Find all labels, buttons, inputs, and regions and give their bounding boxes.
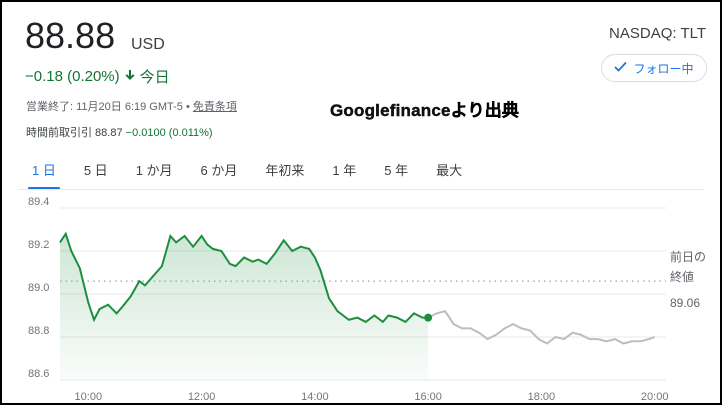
y-tick-label: 89.0: [28, 282, 49, 294]
premarket-label: 時間前取引引 88.87: [26, 127, 123, 139]
day-series-fill: [60, 233, 429, 380]
x-tick-label: 12:00: [188, 391, 216, 403]
tab-6m[interactable]: 6 か月: [187, 154, 252, 185]
y-tick-label: 89.4: [28, 196, 49, 208]
x-tick-label: 18:00: [528, 391, 556, 403]
close-info-text: 営業終了: 11月20日 6:19 GMT-5 •: [26, 101, 193, 113]
current-price: 88.88: [25, 15, 116, 56]
tabs-divider: [18, 189, 704, 190]
close-info: 営業終了: 11月20日 6:19 GMT-5 • 免責条項: [26, 98, 237, 114]
follow-label: フォロー中: [633, 61, 694, 76]
prev-close-label-line1: 前日の: [670, 249, 706, 264]
follow-button[interactable]: フォロー中: [601, 54, 707, 82]
last-price-dot: [424, 313, 433, 322]
range-tabs: 1 日 5 日 1 か月 6 か月 年初来 1 年 5 年 最大: [18, 154, 476, 190]
x-tick-label: 16:00: [414, 391, 442, 403]
tab-1d[interactable]: 1 日: [18, 154, 70, 190]
y-tick-label: 88.8: [28, 325, 49, 337]
after-hours-series: [427, 310, 656, 345]
x-tick-label: 14:00: [301, 391, 329, 403]
exchange-ticker: NASDAQ: TLT: [609, 25, 706, 42]
currency-label: USD: [131, 36, 165, 53]
premarket-info: 時間前取引引 88.87 −0.0100 (0.011%): [26, 124, 213, 140]
checkmark-icon: [614, 61, 628, 75]
source-watermark: Googlefinanceより出典: [330, 101, 520, 120]
prev-close-label-line2: 終値: [670, 269, 694, 284]
tab-max[interactable]: 最大: [422, 154, 476, 185]
arrow-down-icon: [124, 68, 136, 85]
price-chart[interactable]: 89.4 89.2 89.0 88.8 88.6 10:00 12:00 14:00 16:0…: [2, 196, 720, 405]
premarket-change: −0.0100 (0.011%): [125, 127, 213, 139]
y-tick-label: 89.2: [28, 239, 49, 251]
y-tick-label: 88.6: [28, 368, 49, 380]
prev-close-value: 89.06: [670, 296, 700, 310]
tab-5y[interactable]: 5 年: [370, 154, 422, 185]
tab-ytd[interactable]: 年初来: [251, 154, 318, 185]
disclaimer-link[interactable]: 免責条項: [193, 101, 237, 113]
change-value: −0.18 (0.20%): [25, 68, 120, 85]
x-tick-label: 20:00: [641, 391, 669, 403]
tab-1m[interactable]: 1 か月: [122, 154, 187, 185]
tab-1y[interactable]: 1 年: [318, 154, 370, 185]
change-period: 今日: [139, 69, 170, 86]
daily-change: −0.18 (0.20%) 今日: [25, 66, 170, 87]
tab-5d[interactable]: 5 日: [70, 154, 122, 185]
x-tick-label: 10:00: [75, 391, 103, 403]
quote-card: 88.88 USD −0.18 (0.20%) 今日 NASDAQ: TLT フ…: [0, 0, 722, 405]
